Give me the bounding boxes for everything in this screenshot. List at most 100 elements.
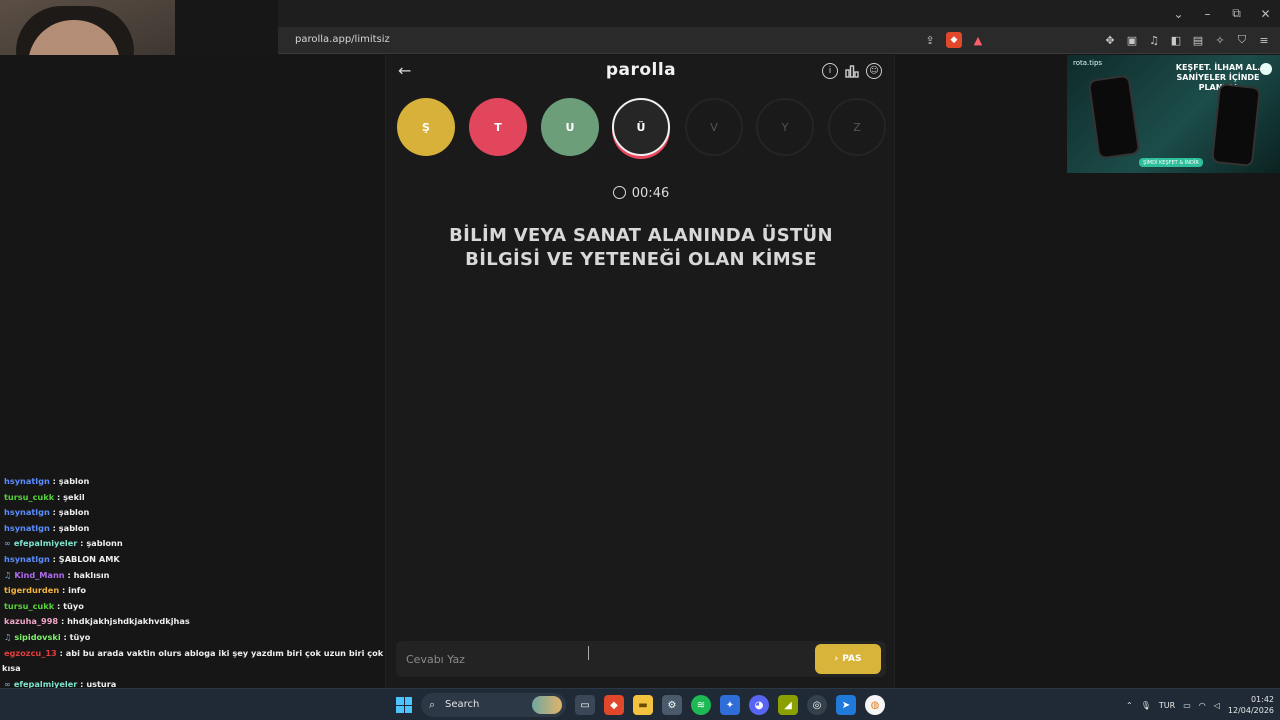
- settings-gear-icon[interactable]: ⚙: [662, 695, 682, 715]
- url-field[interactable]: parolla.app/limitsiz: [295, 34, 390, 45]
- windows-taskbar: ⌕ Search ▭ ◆ ▬ ⚙ ≋ ✦ ◕ ◢ ◎ ➤ ◍ ⌃ 🎙 TUR ▭…: [0, 688, 1280, 720]
- pass-button[interactable]: › PAS: [815, 644, 881, 674]
- restore-icon[interactable]: ⧉: [1222, 0, 1251, 27]
- chat-message: hsynatlgn : şablon: [4, 476, 89, 486]
- ad-close-icon[interactable]: [1260, 63, 1272, 75]
- ad-cta-button[interactable]: ŞİMDİ KEŞFET & İNDİR: [1139, 158, 1203, 167]
- screenshot-icon[interactable]: ▣: [1124, 32, 1140, 48]
- letter-u: U: [541, 98, 599, 156]
- chat-username[interactable]: efepalmiyeler: [14, 538, 78, 548]
- screen: ⌄ – ⧉ ✕ parolla.app/limitsiz ⇪ ◆ ▲ ✥ ▣ ♫…: [0, 0, 1280, 720]
- chat-text: info: [68, 585, 86, 596]
- chat-username[interactable]: egzozcu_13: [4, 648, 57, 658]
- chat-separator: :: [59, 585, 69, 596]
- letter-label: Z: [853, 120, 861, 134]
- chat-username[interactable]: hsynatlgn: [4, 523, 50, 533]
- clock-date: 12/04/2026: [1227, 706, 1274, 715]
- chat-separator: :: [64, 569, 74, 580]
- windows-start-icon[interactable]: [396, 697, 412, 713]
- letter-t: T: [469, 98, 527, 156]
- letter-label: T: [494, 120, 502, 134]
- letter-label: U: [565, 120, 575, 134]
- letter-z: Z: [828, 98, 886, 156]
- microphone-icon[interactable]: 🎙: [1141, 701, 1151, 710]
- stats-icon[interactable]: [844, 63, 860, 79]
- chat-separator: :: [60, 632, 70, 642]
- puzzle-icon[interactable]: ✥: [1102, 32, 1118, 48]
- window-controls: ⌄ – ⧉ ✕: [1164, 0, 1280, 27]
- taskbar-search[interactable]: ⌕ Search: [421, 693, 566, 717]
- chat-message: egzozcu_13 : abi bu arada vaktin olurs a…: [4, 648, 383, 658]
- chat-badge-icon: ♫: [4, 569, 12, 580]
- chat-message: tigerdurden : info: [4, 585, 86, 595]
- app-arrow-icon[interactable]: ➤: [836, 695, 856, 715]
- address-bar: parolla.app/limitsiz ⇪ ◆ ▲ ✥ ▣ ♫ ◧ ▤ ✧ ⛉…: [278, 27, 1280, 54]
- chevron-up-icon[interactable]: ⌃: [1126, 701, 1133, 710]
- info-icon[interactable]: i: [822, 63, 838, 79]
- chat-message: hsynatlgn : şablon: [4, 523, 89, 533]
- close-icon[interactable]: ✕: [1251, 0, 1280, 27]
- browser-titlebar: ⌄ – ⧉ ✕: [278, 0, 1280, 27]
- letter-y: Y: [756, 98, 814, 156]
- volume-icon[interactable]: ◁: [1214, 701, 1220, 710]
- chat-text: kısa: [2, 663, 21, 674]
- ad-brand: rota.tips: [1073, 59, 1103, 67]
- chat-username[interactable]: tursu_cukk: [4, 601, 54, 611]
- chat-username[interactable]: hsynatlgn: [4, 476, 50, 486]
- vpn-shield-icon[interactable]: ⛉: [1234, 32, 1250, 48]
- ad-phone-left: [1087, 74, 1141, 160]
- user-profile-icon[interactable]: ☺: [866, 63, 882, 79]
- file-explorer-icon[interactable]: ▬: [633, 695, 653, 715]
- chat-separator: :: [49, 522, 59, 533]
- chat-message: ♫ sipidovski : tüyo: [4, 632, 90, 642]
- letter-v: V: [685, 98, 743, 156]
- letter-ring: Ş T U Ü V Y Z: [396, 98, 886, 156]
- chat-message: tursu_cukk : tüyo: [4, 601, 84, 611]
- overwatch-icon[interactable]: ◍: [865, 695, 885, 715]
- monitor-icon[interactable]: ▭: [1183, 701, 1191, 710]
- wifi-icon[interactable]: ◠: [1199, 701, 1206, 710]
- chat-separator: :: [49, 554, 59, 564]
- chat-text: tüyo: [63, 600, 84, 611]
- letter-u-umlaut-active: Ü: [612, 98, 670, 156]
- answer-input[interactable]: [396, 641, 806, 677]
- chat-username[interactable]: hsynatlgn: [4, 554, 50, 564]
- music-icon[interactable]: ♫: [1146, 32, 1162, 48]
- chat-username[interactable]: sipidovski: [14, 632, 60, 642]
- chat-text: şablon: [58, 522, 90, 533]
- chat-badge-icon: ♫: [4, 632, 12, 642]
- rewards-triangle-icon[interactable]: ▲: [970, 32, 986, 48]
- minimize-icon[interactable]: –: [1193, 0, 1222, 27]
- taskbar-clock[interactable]: 01:42 12/04/2026: [1228, 694, 1274, 716]
- sidebar-icon[interactable]: ◧: [1168, 32, 1184, 48]
- menu-icon[interactable]: ≡: [1256, 32, 1272, 48]
- wallet-icon[interactable]: ▤: [1190, 32, 1206, 48]
- chat-message: ∞ efepalmiyeler : şablonn: [4, 538, 123, 548]
- chat-message: hsynatlgn : şablon: [4, 507, 89, 517]
- chat-username[interactable]: hsynatlgn: [4, 507, 50, 517]
- chevron-down-icon[interactable]: ⌄: [1164, 0, 1193, 27]
- spotify-icon[interactable]: ≋: [691, 695, 711, 715]
- task-view-icon[interactable]: ▭: [575, 695, 595, 715]
- chat-username[interactable]: tigerdurden: [4, 585, 59, 595]
- app-steam-icon[interactable]: ◎: [807, 695, 827, 715]
- brave-browser-icon[interactable]: ◆: [604, 695, 624, 715]
- chat-username[interactable]: Kind_Mann: [14, 570, 64, 580]
- chat-username[interactable]: kazuha_998: [4, 616, 58, 626]
- leo-ai-icon[interactable]: ✧: [1212, 32, 1228, 48]
- chat-message: tursu_cukk : şekil: [4, 492, 85, 502]
- discord-icon[interactable]: ◕: [749, 695, 769, 715]
- letter-label: Y: [781, 120, 789, 134]
- pass-label: PAS: [842, 654, 862, 664]
- chat-username[interactable]: tursu_cukk: [4, 492, 54, 502]
- chat-text: şablon: [58, 507, 90, 518]
- app-blue-icon[interactable]: ✦: [720, 695, 740, 715]
- app-yellow-icon[interactable]: ◢: [778, 695, 798, 715]
- advertisement-banner[interactable]: rota.tips KEŞFET. İLHAM AL. SANİYELER İÇ…: [1067, 55, 1280, 173]
- brand-logo[interactable]: parolla: [386, 60, 896, 80]
- brave-shield-icon[interactable]: ◆: [946, 32, 962, 48]
- chat-message: ♫ Kind_Mann : haklısın: [4, 570, 110, 580]
- language-indicator[interactable]: TUR: [1159, 701, 1175, 710]
- share-icon[interactable]: ⇪: [922, 32, 938, 48]
- ad-phone-right: [1210, 83, 1262, 167]
